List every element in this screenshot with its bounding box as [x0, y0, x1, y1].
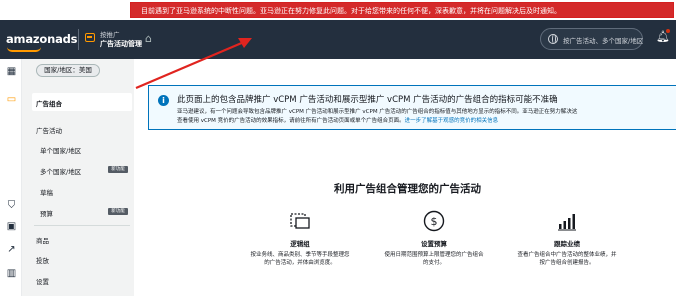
learn-more-link[interactable]: 进一步了解基于观感的竞价的相关信息 — [405, 118, 499, 124]
country-selector[interactable]: 国家/地区：美国 — [36, 64, 100, 77]
top-navigation: amazonads 按推广 广告活动管理 ⌂ 按广告活动、多个国家/地区 🔔︎ — [0, 20, 676, 59]
chart-icon — [555, 209, 579, 233]
sidebar-item-products[interactable]: 商品 — [36, 235, 49, 245]
feature-logical-groups: 逻辑组 按业务线、商品类别、季节等手段整理您的广告活动，并体由浏览度。 — [245, 209, 355, 267]
dashboard-icon[interactable]: ▦ — [6, 66, 17, 77]
campaign-manager-icon — [85, 33, 95, 42]
icon-rail: ▦ ▭ ⛉ ▣ ↗ ▥ — [0, 59, 22, 296]
sidebar-item-portfolio[interactable]: 广告组合 — [36, 98, 62, 108]
sidebar-item-settings[interactable]: 设置 — [36, 276, 49, 286]
sidebar-item-single-country[interactable]: 单个国家/地区 — [40, 145, 81, 155]
logo-smile-icon — [7, 47, 41, 52]
new-feature-badge: 新功能 — [108, 208, 128, 215]
svg-text:$: $ — [431, 215, 438, 228]
info-body-line2-text: 查看使用 vCPM 竞价的广告活动的效果指标，请前往所有广告活动页面或单个广告组… — [177, 118, 405, 124]
sidebar-heading-campaigns[interactable]: 广告活动 — [36, 125, 62, 135]
main-content: i 此页面上的包含品牌推广 vCPM 广告活动和展示型推广 vCPM 广告活动的… — [134, 59, 676, 296]
nav-section-label[interactable]: 按推广 — [100, 29, 120, 39]
new-feature-badge: 新功能 — [108, 166, 128, 173]
info-body-line2: 查看使用 vCPM 竞价的广告活动的效果指标，请前往所有广告活动页面或单个广告组… — [177, 117, 577, 126]
feature-desc: 使用日期范围预算上限管理您的广告组合的支付。 — [384, 252, 484, 266]
report-icon[interactable]: ▥ — [6, 268, 17, 279]
feature-desc: 按业务线、商品类别、季节等手段整理您的广告活动，并体由浏览度。 — [250, 252, 350, 266]
sidebar-item-drafts[interactable]: 草稿 — [40, 187, 53, 197]
budget-icon: $ — [422, 209, 446, 233]
sidebar-item-budgets[interactable]: 预算 — [40, 208, 53, 218]
sidebar-item-placements[interactable]: 投放 — [36, 255, 49, 265]
trend-icon[interactable]: ↗ — [6, 244, 17, 255]
campaign-icon[interactable]: ▭ — [6, 94, 17, 105]
info-alert: i 此页面上的包含品牌推广 vCPM 广告活动和展示型推广 vCPM 广告活动的… — [148, 85, 676, 130]
account-label: 按广告活动、多个国家/地区 — [563, 37, 644, 45]
hero-title: 利用广告组合管理您的广告活动 — [334, 183, 481, 195]
outage-alert: 目前遇到了亚马逊系统的中断性问题。亚马逊正在努力修复此问题。对于给您带来的任何不… — [130, 2, 674, 18]
info-body-line1: 亚马逊建议，有一个问题会导致包含品牌推广 vCPM 广告活动和展示型推广 vCP… — [177, 109, 578, 115]
feature-set-budget: $ 设置预算 使用日期范围预算上限管理您的广告组合的支付。 — [379, 209, 489, 267]
notification-dot — [666, 29, 670, 33]
info-title: 此页面上的包含品牌推广 vCPM 广告活动和展示型推广 vCPM 广告活动的广告… — [177, 95, 558, 105]
info-icon: i — [158, 95, 169, 106]
shield-icon[interactable]: ⛉ — [6, 200, 17, 211]
info-body: 亚马逊建议，有一个问题会导致包含品牌推广 vCPM 广告活动和展示型推广 vCP… — [177, 108, 577, 126]
feature-title: 跟踪业绩 — [554, 240, 580, 248]
sidebar-item-multi-country[interactable]: 多个国家/地区 — [40, 166, 81, 176]
nav-page-title[interactable]: 广告活动管理 — [100, 39, 142, 49]
amazon-ads-logo[interactable]: amazonads — [6, 32, 78, 46]
alert-text: 目前遇到了亚马逊系统的中断性问题。亚马逊正在努力修复此问题。对于给您带来的任何不… — [141, 7, 561, 15]
media-icon[interactable]: ▣ — [6, 221, 17, 232]
sidebar: 国家/地区：美国 广告组合 广告活动 单个国家/地区 多个国家/地区 新功能 草… — [22, 59, 134, 296]
sidebar-divider — [34, 225, 130, 226]
group-icon — [288, 209, 312, 233]
feature-track-performance: 跟踪业绩 查看广告组合中广告活动的整体业绩，并按广告组合创建报告。 — [512, 209, 622, 267]
feature-title: 设置预算 — [421, 240, 447, 248]
globe-icon — [548, 34, 558, 44]
feature-desc: 查看广告组合中广告活动的整体业绩，并按广告组合创建报告。 — [517, 252, 617, 266]
home-icon[interactable]: ⌂ — [145, 32, 152, 45]
feature-title: 逻辑组 — [290, 240, 310, 248]
account-selector[interactable]: 按广告活动、多个国家/地区 — [540, 28, 643, 50]
nav-divider — [78, 29, 79, 50]
alert-banner: 目前遇到了亚马逊系统的中断性问题。亚马逊正在努力修复此问题。对于给您带来的任何不… — [0, 0, 676, 20]
